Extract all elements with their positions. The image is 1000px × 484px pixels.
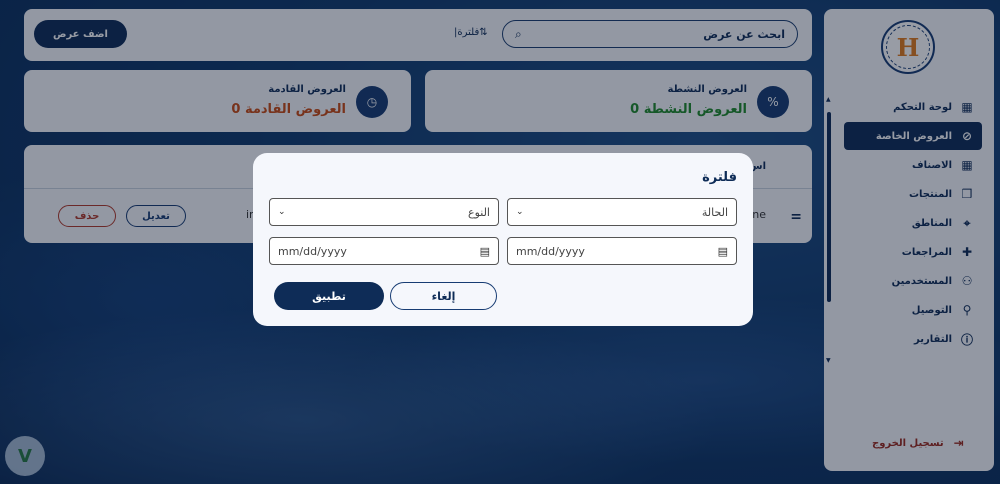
filter-modal: فلترة الحالة ⌄ النوع ⌄ mm/dd/yyyy ▤ mm/d… (253, 153, 753, 326)
status-placeholder: الحالة (701, 205, 728, 219)
modal-title: فلترة (702, 170, 737, 185)
start-date-input[interactable]: mm/dd/yyyy ▤ (507, 237, 737, 265)
apply-button[interactable]: تطبيق (274, 282, 384, 310)
status-select[interactable]: الحالة ⌄ (507, 198, 737, 226)
calendar-icon[interactable]: ▤ (480, 245, 490, 258)
chevron-down-icon: ⌄ (516, 207, 524, 217)
chevron-down-icon: ⌄ (278, 207, 286, 217)
date-placeholder: mm/dd/yyyy (278, 244, 347, 258)
type-placeholder: النوع (468, 205, 490, 219)
end-date-input[interactable]: mm/dd/yyyy ▤ (269, 237, 499, 265)
calendar-icon[interactable]: ▤ (718, 245, 728, 258)
type-select[interactable]: النوع ⌄ (269, 198, 499, 226)
cancel-button[interactable]: إلغاء (390, 282, 497, 310)
date-placeholder: mm/dd/yyyy (516, 244, 585, 258)
